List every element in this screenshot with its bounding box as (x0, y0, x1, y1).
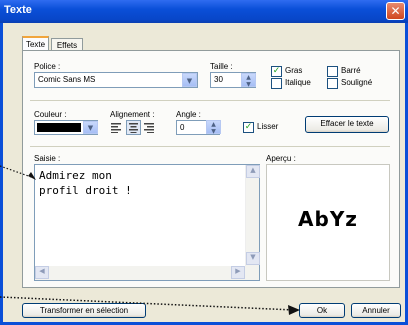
annotation-arrows (0, 165, 300, 315)
